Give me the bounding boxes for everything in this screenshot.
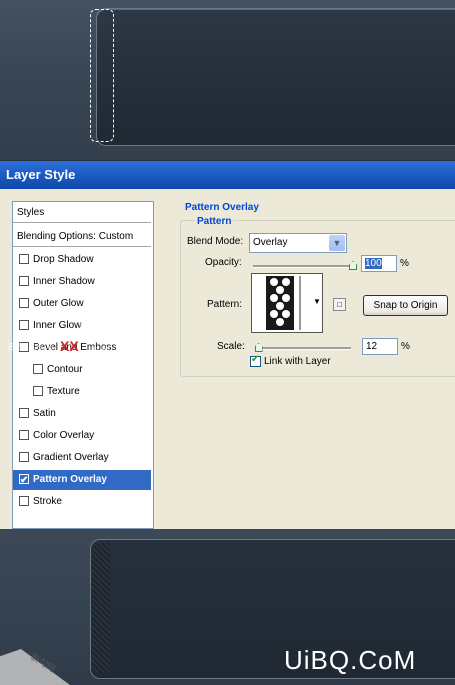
brand-logo: UiBQ.CoM — [284, 645, 417, 675]
section-title: Pattern Overlay — [185, 202, 259, 213]
canvas-top — [0, 0, 455, 160]
scale-unit: % — [401, 341, 410, 352]
checkbox[interactable] — [19, 276, 29, 286]
style-item-inner-shadow[interactable]: Inner Shadow — [13, 272, 151, 292]
link-with-layer-label: Link with Layer — [264, 356, 331, 367]
style-item-outer-glow[interactable]: Outer Glow — [13, 294, 151, 314]
checkbox[interactable] — [33, 364, 43, 374]
checkbox[interactable] — [19, 496, 29, 506]
dialog-titlebar[interactable]: Layer Style — [0, 161, 455, 189]
style-item-satin[interactable]: Satin — [13, 404, 151, 424]
style-item-texture[interactable]: Texture — [13, 382, 151, 402]
opacity-unit: % — [400, 258, 409, 269]
scale-input[interactable]: 12 — [362, 338, 398, 355]
panel-edge — [92, 543, 110, 673]
style-item-contour[interactable]: Contour — [13, 360, 151, 380]
blend-mode-label: Blend Mode: — [187, 236, 244, 247]
checkbox[interactable] — [19, 254, 29, 264]
style-item-gradient-overlay[interactable]: Gradient Overlay — [13, 448, 151, 468]
link-with-layer-checkbox[interactable] — [250, 354, 261, 367]
blend-mode-select[interactable]: Overlay ▼ — [249, 233, 347, 253]
dark-panel-top — [96, 8, 455, 146]
blending-options-item[interactable]: Blending Options: Custom — [13, 227, 151, 247]
style-item-drop-shadow[interactable]: Drop Shadow — [13, 250, 151, 270]
chevron-down-icon[interactable]: ▼ — [329, 235, 345, 251]
scale-slider-track[interactable] — [255, 347, 351, 350]
opacity-slider-track[interactable] — [253, 265, 353, 268]
pattern-dropdown-icon[interactable]: ▼ — [313, 297, 321, 306]
dialog-title: Layer Style — [6, 167, 76, 182]
checkbox[interactable] — [19, 298, 29, 308]
opacity-label: Opacity: — [205, 257, 242, 268]
hexagon-pattern-icon — [252, 274, 322, 332]
watermark: 论坛 BBS.1616 XX 发布 — [8, 322, 110, 357]
opacity-input[interactable]: 100 — [361, 255, 397, 272]
checkbox[interactable] — [19, 430, 29, 440]
scale-label: Scale: — [217, 341, 245, 352]
checkbox-checked[interactable] — [19, 471, 29, 491]
pattern-label: Pattern: — [207, 299, 243, 310]
style-item-stroke[interactable]: Stroke — [13, 492, 151, 512]
selection-marquee — [90, 9, 114, 142]
group-title: Pattern — [195, 216, 234, 227]
style-item-color-overlay[interactable]: Color Overlay — [13, 426, 151, 446]
snap-to-origin-button[interactable]: Snap to Origin — [363, 295, 448, 316]
checkbox[interactable] — [33, 386, 43, 396]
new-preset-icon[interactable]: □ — [333, 298, 346, 311]
checkbox[interactable] — [19, 408, 29, 418]
style-item-pattern-overlay[interactable]: Pattern Overlay — [13, 470, 151, 491]
checkbox[interactable] — [19, 452, 29, 462]
styles-list: Styles Blending Options: Custom Drop Sha… — [12, 201, 154, 529]
canvas-bottom: 新勾网 UiBQ.CoM — [0, 529, 455, 685]
styles-header[interactable]: Styles — [13, 203, 151, 223]
